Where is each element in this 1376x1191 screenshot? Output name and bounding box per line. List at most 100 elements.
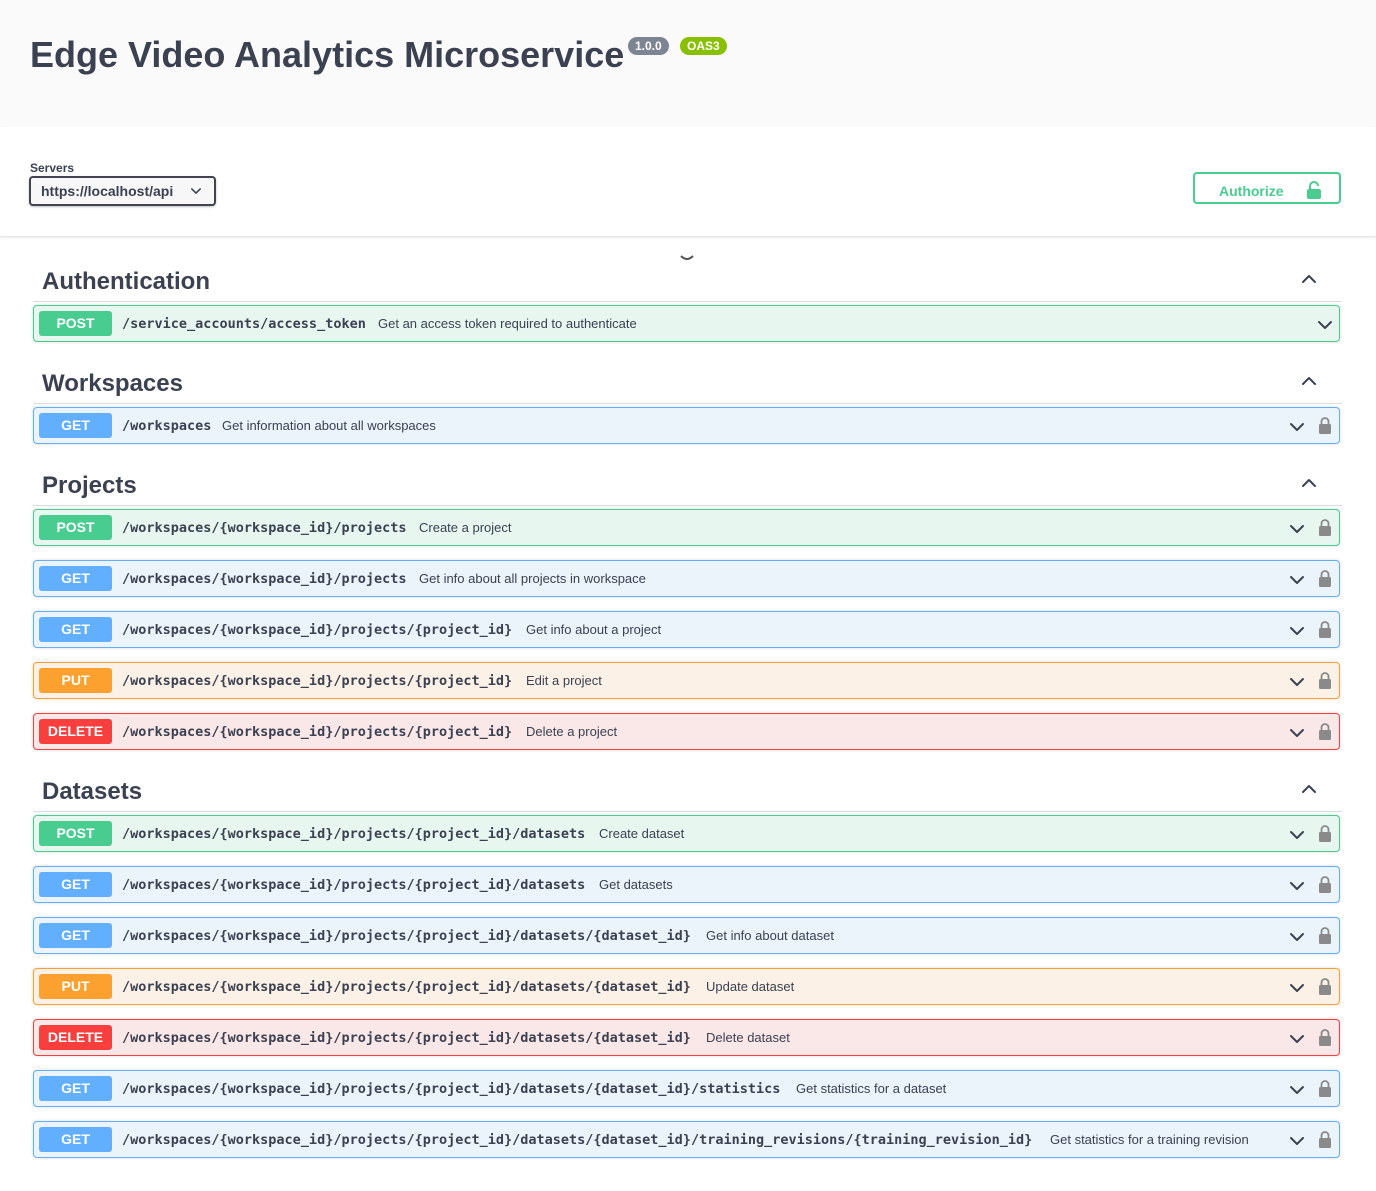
- operation-path: /workspaces/{workspace_id}/projects/{pro…: [122, 979, 691, 995]
- lock-icon[interactable]: [1318, 824, 1332, 842]
- lock-icon[interactable]: [1318, 1079, 1332, 1097]
- operation-path: /workspaces/{workspace_id}/projects/{pro…: [122, 724, 513, 740]
- operation-summary: Get an access token required to authenti…: [378, 316, 637, 331]
- lock-icon[interactable]: [1318, 875, 1332, 893]
- operation-path: /workspaces/{workspace_id}/projects/{pro…: [122, 673, 513, 689]
- operation-path: /workspaces/{workspace_id}/projects/{pro…: [122, 1132, 1033, 1148]
- method-badge: GET: [39, 872, 112, 897]
- operation-get[interactable]: GET/workspaces/{workspace_id}/projects/{…: [33, 1121, 1340, 1158]
- chevron-down-icon[interactable]: [1288, 623, 1306, 637]
- lock-icon[interactable]: [1318, 977, 1332, 995]
- method-badge: GET: [39, 1076, 112, 1101]
- chevron-down-icon: [191, 188, 201, 194]
- operation-path: /workspaces/{workspace_id}/projects/{pro…: [122, 622, 513, 638]
- operation-path: /workspaces/{workspace_id}/projects/{pro…: [122, 1081, 781, 1097]
- version-badge: 1.0.0: [628, 37, 669, 55]
- tag-header[interactable]: Projects: [33, 459, 1342, 506]
- tag-section-datasets: Datasets POST/workspaces/{workspace_id}/p…: [33, 765, 1342, 1158]
- operation-summary: Create dataset: [599, 826, 685, 841]
- chevron-down-icon[interactable]: [1288, 827, 1306, 841]
- server-select[interactable]: https://localhost/api: [29, 176, 216, 206]
- operation-get[interactable]: GET/workspaces/{workspace_id}/projects Ge…: [33, 560, 1340, 597]
- method-badge: PUT: [39, 974, 112, 999]
- operation-path: /workspaces/{workspace_id}/projects/{pro…: [122, 877, 586, 893]
- chevron-up-icon[interactable]: [1300, 781, 1318, 795]
- chevron-down-icon[interactable]: [1288, 929, 1306, 943]
- chevron-down-icon[interactable]: [1288, 878, 1306, 892]
- lock-icon[interactable]: [1318, 1130, 1332, 1148]
- tag-name: Authentication: [42, 268, 210, 295]
- operation-get[interactable]: GET/workspaces/{workspace_id}/projects/{…: [33, 866, 1340, 903]
- chevron-down-icon[interactable]: [1288, 419, 1306, 433]
- lock-icon[interactable]: [1318, 1028, 1332, 1046]
- lock-icon[interactable]: [1318, 620, 1332, 638]
- servers-bar: Servers https://localhost/api Authorize: [0, 127, 1376, 237]
- operation-path: /workspaces/{workspace_id}/projects: [122, 571, 407, 587]
- chevron-down-icon[interactable]: [1288, 980, 1306, 994]
- api-title: Edge Video Analytics Microservice: [30, 34, 625, 75]
- chevron-down-icon[interactable]: [1288, 674, 1306, 688]
- chevron-up-icon[interactable]: [1300, 271, 1318, 285]
- operation-summary: Get information about all workspaces: [222, 418, 436, 433]
- operation-path: /service_accounts/access_token: [122, 316, 366, 332]
- method-badge: POST: [39, 311, 112, 336]
- operation-summary: Create a project: [419, 520, 512, 535]
- method-badge: GET: [39, 923, 112, 948]
- method-badge: GET: [39, 617, 112, 642]
- method-badge: DELETE: [39, 1025, 112, 1050]
- tag-header[interactable]: Datasets: [33, 765, 1342, 812]
- operation-summary: Update dataset: [706, 979, 795, 994]
- chevron-down-icon[interactable]: [1288, 1082, 1306, 1096]
- chevron-down-icon[interactable]: [1316, 317, 1334, 331]
- operation-post[interactable]: POST/service_accounts/access_token Get an…: [33, 305, 1340, 342]
- operation-summary: Delete a project: [526, 724, 618, 739]
- operation-get[interactable]: GET/workspaces/{workspace_id}/projects/{…: [33, 611, 1340, 648]
- method-badge: GET: [39, 1127, 112, 1152]
- authorize-button[interactable]: Authorize: [1193, 172, 1341, 204]
- operation-summary: Get info about all projects in workspace: [419, 571, 646, 586]
- method-badge: PUT: [39, 668, 112, 693]
- authorize-label: Authorize: [1219, 183, 1284, 199]
- tag-name: Workspaces: [42, 370, 183, 397]
- operation-delete[interactable]: DELETE/workspaces/{workspace_id}/project…: [33, 1019, 1340, 1056]
- lock-icon[interactable]: [1318, 518, 1332, 536]
- lock-icon[interactable]: [1318, 416, 1332, 434]
- operation-summary: Get info about a project: [526, 622, 662, 637]
- operation-summary: Get statistics for a training revision: [1050, 1132, 1249, 1147]
- operation-put[interactable]: PUT/workspaces/{workspace_id}/projects/{…: [33, 662, 1340, 699]
- method-badge: GET: [39, 566, 112, 591]
- operation-path: /workspaces/{workspace_id}/projects: [122, 520, 407, 536]
- chevron-down-icon[interactable]: [1288, 1133, 1306, 1147]
- operation-get[interactable]: GET/workspaces Get information about all …: [33, 407, 1340, 444]
- tag-section-projects: Projects POST/workspaces/{workspace_id}/p…: [33, 459, 1342, 750]
- operation-post[interactable]: POST/workspaces/{workspace_id}/projects/…: [33, 815, 1340, 852]
- server-select-value: https://localhost/api: [41, 183, 174, 199]
- operation-path: /workspaces: [122, 418, 212, 434]
- method-badge: POST: [39, 515, 112, 540]
- tag-section-authentication: Authentication POST/service_accounts/acce…: [33, 255, 1342, 342]
- info-header: Edge Video Analytics Microservice 1.0.0 …: [0, 0, 1376, 127]
- operation-path: /workspaces/{workspace_id}/projects/{pro…: [122, 1030, 691, 1046]
- operation-put[interactable]: PUT/workspaces/{workspace_id}/projects/{…: [33, 968, 1340, 1005]
- operation-get[interactable]: GET/workspaces/{workspace_id}/projects/{…: [33, 917, 1340, 954]
- operation-summary: Delete dataset: [706, 1030, 790, 1045]
- chevron-down-icon[interactable]: [1288, 572, 1306, 586]
- lock-icon[interactable]: [1318, 926, 1332, 944]
- chevron-up-icon[interactable]: [1300, 373, 1318, 387]
- operation-get[interactable]: GET/workspaces/{workspace_id}/projects/{…: [33, 1070, 1340, 1107]
- chevron-down-icon[interactable]: [1288, 521, 1306, 535]
- tag-header[interactable]: Authentication: [33, 255, 1342, 302]
- lock-icon[interactable]: [1318, 569, 1332, 587]
- operation-summary: Get statistics for a dataset: [796, 1081, 947, 1096]
- operation-post[interactable]: POST/workspaces/{workspace_id}/projects C…: [33, 509, 1340, 546]
- chevron-down-icon[interactable]: [1288, 725, 1306, 739]
- method-badge: GET: [39, 413, 112, 438]
- chevron-up-icon[interactable]: [1300, 475, 1318, 489]
- tag-header[interactable]: Workspaces: [33, 357, 1342, 404]
- operation-delete[interactable]: DELETE/workspaces/{workspace_id}/project…: [33, 713, 1340, 750]
- lock-icon[interactable]: [1318, 722, 1332, 740]
- unlocked-icon: [1307, 181, 1321, 199]
- operation-path: /workspaces/{workspace_id}/projects/{pro…: [122, 826, 586, 842]
- lock-icon[interactable]: [1318, 671, 1332, 689]
- chevron-down-icon[interactable]: [1288, 1031, 1306, 1045]
